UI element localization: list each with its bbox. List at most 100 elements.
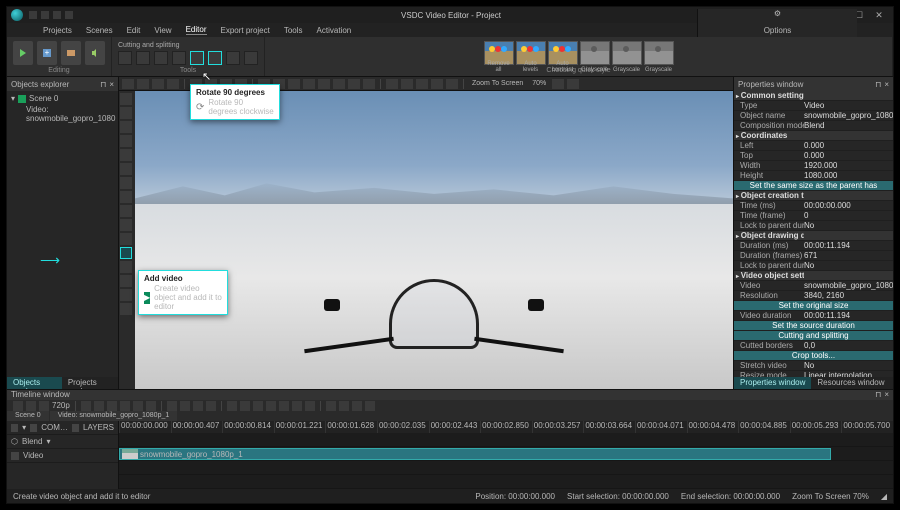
sidetool[interactable] bbox=[120, 93, 132, 105]
menu-projects[interactable]: Projects bbox=[43, 26, 72, 35]
prop-row[interactable]: Cutted borders0,0 bbox=[734, 341, 893, 351]
sidetool[interactable] bbox=[120, 149, 132, 161]
ts-btn[interactable] bbox=[333, 79, 345, 89]
tl-btn[interactable] bbox=[94, 401, 104, 411]
style-auto-contrast[interactable]: Auto contrast bbox=[548, 41, 578, 65]
prop-row[interactable]: Set the same size as the parent has bbox=[734, 181, 893, 191]
close-button[interactable]: ✕ bbox=[869, 10, 889, 21]
tree-scene[interactable]: ▾Scene 0 bbox=[11, 93, 114, 104]
prop-row[interactable]: Crop tools... bbox=[734, 351, 893, 361]
pin-icon[interactable]: ⊓ bbox=[875, 390, 881, 399]
sidetool[interactable] bbox=[120, 163, 132, 175]
prop-row[interactable]: Lock to parent durationNo bbox=[734, 221, 893, 231]
prop-row[interactable]: Coordinates bbox=[734, 131, 893, 141]
ts-btn[interactable] bbox=[446, 79, 458, 89]
gear-icon[interactable]: ⚙ bbox=[774, 9, 781, 18]
tl-btn[interactable] bbox=[305, 401, 315, 411]
ts-btn[interactable] bbox=[167, 79, 179, 89]
run-wizard-button[interactable] bbox=[13, 41, 33, 65]
properties-list[interactable]: Common settingsTypeVideoObject namesnowm… bbox=[734, 91, 893, 377]
prop-row[interactable]: Resolution3840, 2160 bbox=[734, 291, 893, 301]
close-icon[interactable]: × bbox=[109, 80, 114, 89]
tl-btn[interactable] bbox=[326, 401, 336, 411]
sidetool[interactable] bbox=[120, 275, 132, 287]
prop-row[interactable]: Left0.000 bbox=[734, 141, 893, 151]
tree-video[interactable]: Video: snowmobile_gopro_1080 bbox=[11, 104, 114, 124]
qat-btn[interactable] bbox=[53, 11, 61, 19]
prop-row[interactable]: Video duration00:00:11.194 bbox=[734, 311, 893, 321]
menu-tools[interactable]: Tools bbox=[284, 26, 303, 35]
tl-resolution[interactable]: 720p bbox=[52, 401, 70, 410]
tl-btn[interactable] bbox=[39, 401, 49, 411]
ts-btn[interactable] bbox=[303, 79, 315, 89]
close-icon[interactable]: × bbox=[884, 390, 889, 399]
menu-export[interactable]: Export project bbox=[221, 26, 270, 35]
ts-btn[interactable] bbox=[431, 79, 443, 89]
tl-btn[interactable] bbox=[266, 401, 276, 411]
tl-btn[interactable] bbox=[146, 401, 156, 411]
tl-tab-scene[interactable]: Scene 0 bbox=[7, 411, 49, 421]
prop-row[interactable]: Videosnowmobile_gopro_1080p bbox=[734, 281, 893, 291]
track[interactable]: snowmobile_gopro_1080p_1 bbox=[119, 447, 893, 461]
tab-properties[interactable]: Properties window bbox=[734, 377, 811, 389]
tool-btn[interactable] bbox=[118, 51, 132, 65]
sidetool[interactable] bbox=[120, 303, 132, 315]
prop-row[interactable]: Composition modeBlend bbox=[734, 121, 893, 131]
menu-activation[interactable]: Activation bbox=[317, 26, 352, 35]
ts-btn[interactable] bbox=[122, 79, 134, 89]
style-grayscale[interactable]: Grayscale bbox=[612, 41, 642, 65]
video-effects-button[interactable] bbox=[61, 41, 81, 65]
eye-icon[interactable] bbox=[11, 424, 18, 432]
rotate-neg90-button[interactable] bbox=[208, 51, 222, 65]
prop-row[interactable]: Object drawing duration bbox=[734, 231, 893, 241]
prop-row[interactable]: Set the original size bbox=[734, 301, 893, 311]
tl-btn[interactable] bbox=[240, 401, 250, 411]
style-auto-levels[interactable]: Auto levels bbox=[516, 41, 546, 65]
tab-resources[interactable]: Resources window bbox=[811, 377, 890, 389]
ts-btn[interactable] bbox=[288, 79, 300, 89]
sidetool[interactable] bbox=[120, 121, 132, 133]
tl-btn[interactable] bbox=[107, 401, 117, 411]
ts-btn[interactable] bbox=[401, 79, 413, 89]
prop-row[interactable]: Video object settings bbox=[734, 271, 893, 281]
tl-video-track-row[interactable]: Video bbox=[7, 449, 118, 463]
tl-btn[interactable] bbox=[279, 401, 289, 411]
tl-btn[interactable] bbox=[339, 401, 349, 411]
menu-scenes[interactable]: Scenes bbox=[86, 26, 113, 35]
audio-effects-button[interactable] bbox=[85, 41, 105, 65]
tl-btn[interactable] bbox=[292, 401, 302, 411]
ts-btn[interactable] bbox=[318, 79, 330, 89]
qat-btn[interactable] bbox=[29, 11, 37, 19]
play-button[interactable] bbox=[227, 401, 237, 411]
sidetool[interactable] bbox=[120, 219, 132, 231]
tl-btn[interactable] bbox=[13, 401, 23, 411]
prop-row[interactable]: Duration (ms)00:00:11.194 bbox=[734, 241, 893, 251]
tl-btn[interactable] bbox=[180, 401, 190, 411]
ts-btn[interactable] bbox=[552, 79, 564, 89]
ts-btn[interactable] bbox=[386, 79, 398, 89]
tl-btn[interactable] bbox=[120, 401, 130, 411]
tl-btn[interactable] bbox=[365, 401, 375, 411]
track[interactable] bbox=[119, 461, 893, 475]
tool-btn[interactable] bbox=[136, 51, 150, 65]
prop-row[interactable]: Set the source duration bbox=[734, 321, 893, 331]
prop-row[interactable]: Stretch videoNo bbox=[734, 361, 893, 371]
tl-layers-row[interactable]: ▾ COM… LAYERS bbox=[7, 421, 118, 435]
tool-btn[interactable] bbox=[172, 51, 186, 65]
tool-btn[interactable] bbox=[226, 51, 240, 65]
prop-row[interactable]: Duration (frames)671 bbox=[734, 251, 893, 261]
close-icon[interactable]: × bbox=[884, 80, 889, 89]
sidetool[interactable] bbox=[120, 107, 132, 119]
preview-canvas[interactable] bbox=[135, 91, 733, 389]
ts-btn[interactable] bbox=[567, 79, 579, 89]
tl-btn[interactable] bbox=[206, 401, 216, 411]
track[interactable] bbox=[119, 433, 893, 447]
tl-btn[interactable] bbox=[167, 401, 177, 411]
tl-blend-row[interactable]: ⬡Blend▾ bbox=[7, 435, 118, 449]
add-video-tool[interactable] bbox=[120, 247, 132, 259]
prop-row[interactable]: Time (frame)0 bbox=[734, 211, 893, 221]
sidetool[interactable] bbox=[120, 191, 132, 203]
resize-grip-icon[interactable]: ◢ bbox=[881, 492, 887, 501]
prop-row[interactable]: Width1920.000 bbox=[734, 161, 893, 171]
prop-row[interactable]: Height1080.000 bbox=[734, 171, 893, 181]
